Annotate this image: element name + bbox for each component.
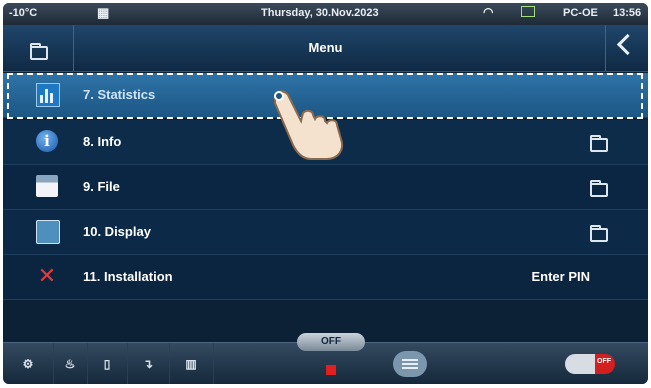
pump-icon[interactable]: ↴ (127, 343, 170, 384)
menu-item-display[interactable]: 10. Display (3, 210, 648, 255)
folder-icon (590, 225, 608, 242)
folder-icon (590, 180, 608, 197)
menu-header: Menu (3, 25, 648, 72)
info-icon: i (36, 130, 58, 152)
status-date: Thursday, 30.Nov.2023 (261, 7, 379, 19)
menu-item-installation[interactable]: ✕ 11. Installation Enter PIN (3, 255, 648, 300)
menu-item-label: 11. Installation (83, 269, 173, 284)
back-button[interactable] (605, 25, 648, 71)
menu-item-label: 7. Statistics (83, 87, 156, 102)
display-icon (36, 220, 60, 244)
page-title: Menu (308, 40, 343, 55)
tools-icon: ✕ (37, 263, 57, 288)
battery-icon (521, 6, 535, 17)
tank-icon[interactable]: ▯ (87, 343, 128, 384)
power-toggle[interactable]: OFF (565, 354, 615, 374)
statistics-icon (36, 83, 60, 107)
screen: -10°C ▦ Thursday, 30.Nov.2023 ◠ PC-OE 13… (3, 3, 648, 384)
folder-icon (590, 135, 608, 152)
mode-button[interactable]: ⚙ (3, 343, 54, 384)
flame-icon[interactable]: ♨ (53, 343, 88, 384)
menu-item-label: 8. Info (83, 134, 122, 149)
calendar-icon: ▦ (97, 5, 110, 20)
stop-button[interactable] (326, 365, 336, 375)
menu-item-file[interactable]: 9. File (3, 165, 648, 210)
status-bar: -10°C ▦ Thursday, 30.Nov.2023 ◠ PC-OE 13… (3, 3, 648, 25)
mode-status-pill[interactable]: OFF (297, 333, 365, 351)
menu-item-label: 10. Display (83, 224, 151, 239)
station-name: PC-OE (563, 7, 598, 19)
outdoor-temperature: -10°C (9, 7, 38, 19)
power-toggle-label: OFF (597, 358, 611, 365)
file-icon (36, 175, 58, 197)
status-time: 13:56 (613, 7, 642, 19)
radiator-icon[interactable]: ▥ (169, 343, 214, 384)
menu-list-button[interactable] (393, 351, 427, 377)
back-arrow-icon (616, 33, 639, 56)
pointing-hand-icon (274, 90, 343, 160)
enter-pin-label: Enter PIN (531, 269, 590, 284)
menu-item-label: 9. File (83, 179, 120, 194)
wifi-icon: ◠ (483, 5, 494, 19)
